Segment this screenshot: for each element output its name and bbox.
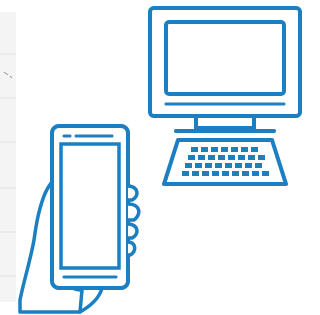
monitor-screen: [164, 20, 286, 96]
monitor-frame: [148, 6, 302, 118]
keyboard-keys: [182, 147, 269, 176]
illustration-canvas: [0, 0, 310, 315]
background-list-panel: [0, 12, 16, 302]
keyboard-icon: [162, 129, 288, 186]
device-illustration: [0, 6, 302, 314]
smartphone-icon: [50, 124, 130, 290]
desktop-computer-icon: [148, 6, 302, 130]
